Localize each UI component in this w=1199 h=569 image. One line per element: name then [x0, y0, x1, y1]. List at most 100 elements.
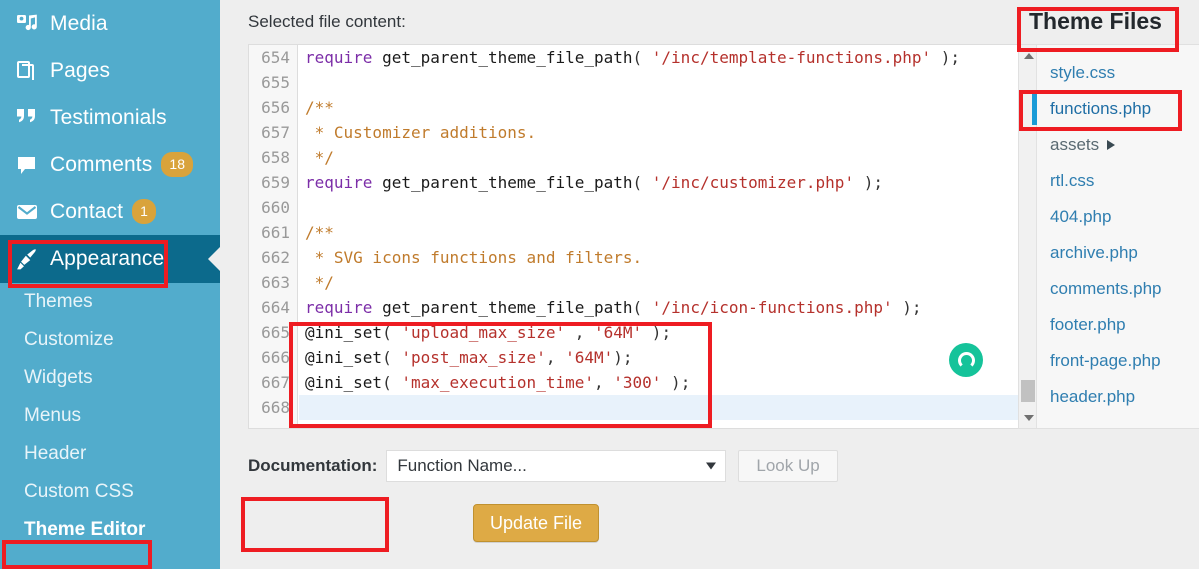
code-token: require	[305, 298, 383, 317]
line-number: 658	[261, 148, 290, 167]
line-number: 655	[261, 73, 290, 92]
sidebar-subitem-themes[interactable]: Themes	[0, 283, 220, 321]
sidebar-subitem-label: Themes	[24, 291, 93, 312]
theme-file-label: archive.php	[1050, 243, 1138, 262]
theme-file-item[interactable]: footer.php	[1032, 307, 1199, 343]
sidebar-item-comments[interactable]: Comments 18	[0, 141, 220, 188]
line-number: 660	[261, 198, 290, 217]
theme-file-item[interactable]: comments.php	[1032, 271, 1199, 307]
code-line[interactable]: * SVG icons functions and filters.	[299, 245, 1060, 270]
sidebar-subitem-theme-editor[interactable]: Theme Editor	[0, 511, 220, 549]
code-token: );	[613, 348, 633, 367]
line-number: 664	[261, 298, 290, 317]
code-line[interactable]: /**	[299, 220, 1060, 245]
code-token: get_parent_theme_file_path	[382, 298, 633, 317]
code-line[interactable]: require get_parent_theme_file_path( '/in…	[299, 170, 1060, 195]
line-number-gutter: 654 655 656 657 658 659 660 661 662 663 664 665 666 6…	[249, 45, 298, 428]
code-line[interactable]: @ini_set( 'upload_max_size' , '64M' );	[299, 320, 1060, 345]
selected-file-content-label: Selected file content:	[248, 12, 406, 31]
sidebar-item-testimonials[interactable]: Testimonials	[0, 94, 220, 141]
code-line[interactable]: require get_parent_theme_file_path( '/in…	[299, 295, 1060, 320]
theme-files-list: style.css functions.php assets rtl.css 404.p…	[1032, 45, 1199, 428]
code-line[interactable]	[299, 395, 1060, 420]
sidebar-item-label: Testimonials	[50, 105, 167, 129]
theme-file-item[interactable]: 404.php	[1032, 199, 1199, 235]
sidebar-item-pages[interactable]: Pages	[0, 47, 220, 94]
update-file-button-label: Update File	[490, 512, 583, 533]
code-token: '/inc/template-functions.php'	[651, 48, 932, 67]
grammarly-ring	[957, 351, 975, 369]
code-text-area[interactable]: require get_parent_theme_file_path( '/in…	[299, 45, 1060, 428]
theme-files-panel: style.css functions.php assets rtl.css 404.p…	[1018, 44, 1199, 429]
update-file-button[interactable]: Update File	[473, 504, 600, 542]
theme-file-item[interactable]: rtl.css	[1032, 163, 1199, 199]
code-line[interactable]	[299, 195, 1060, 220]
flyout-arrow-icon	[195, 235, 221, 283]
look-up-button[interactable]: Look Up	[738, 450, 838, 482]
code-token: */	[305, 273, 334, 292]
theme-file-item[interactable]: front-page.php	[1032, 343, 1199, 379]
appearance-paintbrush-icon	[10, 245, 44, 273]
theme-file-item[interactable]: header.php	[1032, 379, 1199, 415]
chevron-right-icon[interactable]	[1107, 140, 1116, 150]
sidebar-subitem-label: Header	[24, 443, 87, 464]
sidebar-subitem-label: Custom CSS	[24, 481, 134, 502]
sidebar-subitem-label: Menus	[24, 405, 82, 426]
theme-file-item[interactable]: assets	[1032, 127, 1199, 163]
code-token: * Customizer additions.	[305, 123, 537, 142]
code-token: get_parent_theme_file_path	[382, 173, 633, 192]
app-root: Media Pages Testimonials Comments 18 Con…	[0, 0, 1199, 569]
sidebar-subitem-customize[interactable]: Customize	[0, 321, 220, 359]
code-token: (	[632, 298, 652, 317]
code-token: ,	[565, 323, 594, 342]
theme-file-item[interactable]: functions.php	[1032, 91, 1199, 127]
theme-file-label: 404.php	[1050, 207, 1112, 226]
sidebar-subitem-custom-css[interactable]: Custom CSS	[0, 473, 220, 511]
sidebar-subitem-label: Widgets	[24, 367, 93, 388]
code-line[interactable]: require get_parent_theme_file_path( '/in…	[299, 45, 1060, 70]
code-line[interactable]	[299, 70, 1060, 95]
admin-sidebar: Media Pages Testimonials Comments 18 Con…	[0, 0, 221, 569]
code-token: (	[632, 173, 652, 192]
code-token: (	[632, 48, 652, 67]
sidebar-item-label: Pages	[50, 58, 111, 82]
media-icon	[10, 10, 44, 38]
sidebar-subitem-label: Theme Editor	[24, 519, 146, 540]
code-token: (	[382, 373, 402, 392]
code-token: );	[892, 298, 922, 317]
code-line[interactable]: @ini_set( 'max_execution_time', '300' );	[299, 370, 1060, 395]
sidebar-item-appearance[interactable]: Appearance	[0, 235, 221, 283]
documentation-row: Documentation: Function Name... Look Up	[248, 450, 838, 482]
theme-file-item[interactable]: style.css	[1032, 55, 1199, 91]
comments-count-badge: 18	[161, 152, 194, 177]
code-editor[interactable]: 654 655 656 657 658 659 660 661 662 663 664 665 666 6…	[248, 44, 1061, 429]
pages-icon	[10, 57, 44, 85]
line-number: 662	[261, 248, 290, 267]
code-token: /**	[305, 223, 334, 242]
code-token: /**	[305, 98, 334, 117]
sidebar-subitem-widgets[interactable]: Widgets	[0, 359, 220, 397]
sidebar-subitem-menus[interactable]: Menus	[0, 397, 220, 435]
code-token: @ini_set	[305, 323, 383, 342]
theme-file-label: comments.php	[1050, 279, 1162, 298]
code-token: require	[305, 48, 383, 67]
code-line[interactable]: * Customizer additions.	[299, 120, 1060, 145]
theme-file-label: footer.php	[1050, 315, 1126, 334]
theme-file-item[interactable]: archive.php	[1032, 235, 1199, 271]
documentation-select[interactable]: Function Name...	[386, 450, 727, 482]
code-line[interactable]: /**	[299, 95, 1060, 120]
line-number: 657	[261, 123, 290, 142]
sidebar-item-contact[interactable]: Contact 1	[0, 188, 220, 235]
code-line[interactable]: */	[299, 270, 1060, 295]
documentation-select-value: Function Name...	[397, 456, 527, 475]
sidebar-item-media[interactable]: Media	[0, 0, 220, 47]
line-number: 656	[261, 98, 290, 117]
code-token: * SVG icons functions and filters.	[305, 248, 643, 267]
code-line[interactable]: */	[299, 145, 1060, 170]
sidebar-subitem-header[interactable]: Header	[0, 435, 220, 473]
code-token: */	[305, 148, 334, 167]
envelope-icon	[10, 198, 44, 226]
grammarly-assistant-icon[interactable]	[949, 343, 983, 377]
sidebar-subitem-label: Customize	[24, 329, 114, 350]
code-line[interactable]: @ini_set( 'post_max_size', '64M');	[299, 345, 1060, 370]
